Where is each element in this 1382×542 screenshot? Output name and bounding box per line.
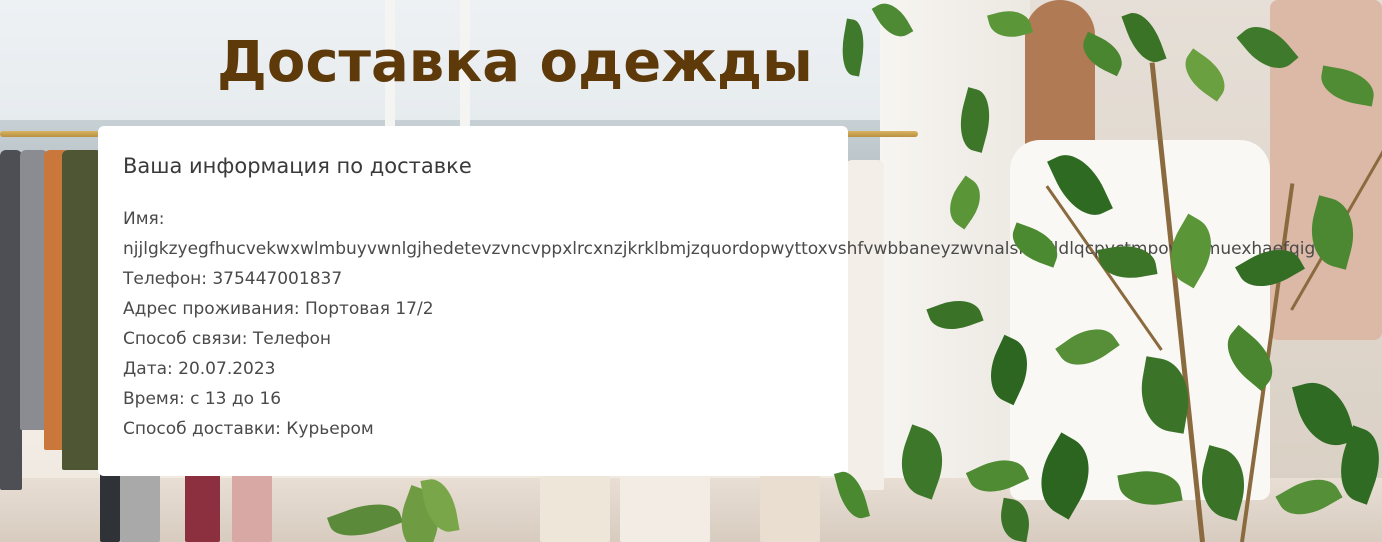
phone-row: Телефон: 375447001837	[123, 269, 343, 289]
background-photo: Доставка одежды Ваша информация по доста…	[0, 0, 1382, 542]
name-label: Имя:	[123, 209, 165, 229]
delivery-info-list: Имя: njjlgkzyegfhucvekwxwlmbuyvwnlgjhede…	[123, 204, 1315, 444]
garment	[62, 150, 102, 470]
page-title: Доставка одежды	[217, 30, 813, 95]
delivery-info-card: Ваша информация по доставке Имя: njjlgkz…	[98, 126, 1315, 476]
name-value: njjlgkzyegfhucvekwxwlmbuyvwnlgjhedetevzv…	[123, 239, 1316, 259]
card-heading: Ваша информация по доставке	[123, 154, 472, 178]
wall-pillar	[880, 0, 1030, 542]
garment	[0, 150, 22, 490]
contact-method-row: Способ связи: Телефон	[123, 329, 332, 349]
garment	[846, 160, 884, 490]
delivery-method-row: Способ доставки: Курьером	[123, 419, 374, 439]
garment	[1270, 0, 1382, 340]
date-row: Дата: 20.07.2023	[123, 359, 276, 379]
address-row: Адрес проживания: Портовая 17/2	[123, 299, 434, 319]
time-row: Время: с 13 до 16	[123, 389, 282, 409]
